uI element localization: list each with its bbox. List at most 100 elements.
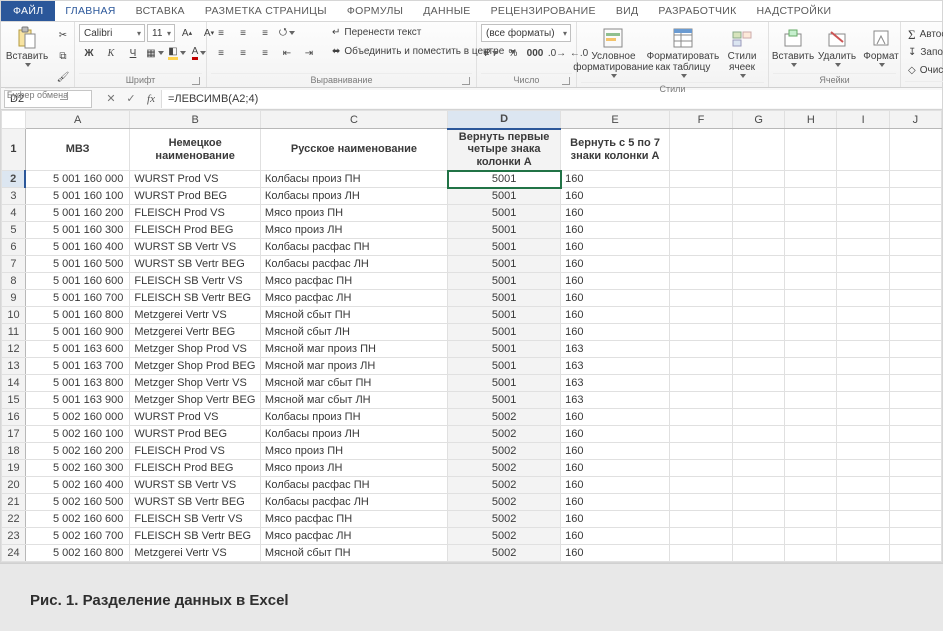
cell-J3[interactable] [889,188,941,205]
cell-F7[interactable] [669,256,732,273]
cell-F11[interactable] [669,324,732,341]
cell-J9[interactable] [889,290,941,307]
cell-A4[interactable]: 5 001 160 200 [25,205,129,222]
cell-B11[interactable]: Metzgerei Vertr BEG [130,324,261,341]
row-header-12[interactable]: 12 [2,341,26,358]
cell-F6[interactable] [669,239,732,256]
align-bottom-button[interactable]: ≡ [255,24,275,42]
cell-E14[interactable]: 163 [561,375,670,392]
cell-B6[interactable]: WURST SB Vertr VS [130,239,261,256]
cell-A16[interactable]: 5 002 160 000 [25,409,129,426]
cell-I20[interactable] [837,477,889,494]
cell-D17[interactable]: 5002 [448,426,561,443]
cell-F21[interactable] [669,494,732,511]
cell-B15[interactable]: Metzger Shop Vertr BEG [130,392,261,409]
cell-D24[interactable]: 5002 [448,545,561,562]
cell-I12[interactable] [837,341,889,358]
cell-B9[interactable]: FLEISCH SB Vertr BEG [130,290,261,307]
cell-I4[interactable] [837,205,889,222]
cell-J2[interactable] [889,171,941,188]
format-cells-button[interactable]: Формат [861,24,901,69]
row-header-19[interactable]: 19 [2,460,26,477]
row-header-16[interactable]: 16 [2,409,26,426]
cell-A22[interactable]: 5 002 160 600 [25,511,129,528]
cell-C2[interactable]: Колбасы произ ПН [260,171,447,188]
format-as-table-button[interactable]: Форматировать как таблицу [650,24,716,80]
cell-D19[interactable]: 5002 [448,460,561,477]
cell-J17[interactable] [889,426,941,443]
cell-C10[interactable]: Мясной сбыт ПН [260,307,447,324]
cell-I9[interactable] [837,290,889,307]
cell-G9[interactable] [733,290,785,307]
cell-F4[interactable] [669,205,732,222]
cell-F17[interactable] [669,426,732,443]
cell-B5[interactable]: FLEISCH Prod BEG [130,222,261,239]
cell-J5[interactable] [889,222,941,239]
cell-C23[interactable]: Мясо расфас ЛН [260,528,447,545]
cell-H19[interactable] [785,460,837,477]
row-header-2[interactable]: 2 [2,171,26,188]
cell-E16[interactable]: 160 [561,409,670,426]
cell-I6[interactable] [837,239,889,256]
cell-C20[interactable]: Колбасы расфас ПН [260,477,447,494]
cell-A15[interactable]: 5 001 163 900 [25,392,129,409]
cell-E22[interactable]: 160 [561,511,670,528]
cell-G13[interactable] [733,358,785,375]
enter-formula-button[interactable]: ✓ [121,89,141,109]
conditional-formatting-button[interactable]: Условное форматирование [581,24,646,80]
cell-A23[interactable]: 5 002 160 700 [25,528,129,545]
cell-G10[interactable] [733,307,785,324]
tab-file[interactable]: ФАЙЛ [1,1,55,21]
cell-H9[interactable] [785,290,837,307]
number-dialog-launcher[interactable] [562,77,570,85]
cell-E19[interactable]: 160 [561,460,670,477]
cell-F13[interactable] [669,358,732,375]
cell-A3[interactable]: 5 001 160 100 [25,188,129,205]
format-painter-button[interactable]: 🖌 [53,68,73,86]
cell-D10[interactable]: 5001 [448,307,561,324]
row-header-18[interactable]: 18 [2,443,26,460]
tab-page-layout[interactable]: РАЗМЕТКА СТРАНИЦЫ [195,1,337,21]
cell-A18[interactable]: 5 002 160 200 [25,443,129,460]
cell-A17[interactable]: 5 002 160 100 [25,426,129,443]
row-header-11[interactable]: 11 [2,324,26,341]
cell-D20[interactable]: 5002 [448,477,561,494]
cell-E17[interactable]: 160 [561,426,670,443]
cell-B2[interactable]: WURST Prod VS [130,171,261,188]
cell-C19[interactable]: Мясо произ ЛН [260,460,447,477]
cell-G23[interactable] [733,528,785,545]
cell-D14[interactable]: 5001 [448,375,561,392]
insert-function-button[interactable]: fx [141,89,161,109]
cell-D15[interactable]: 5001 [448,392,561,409]
cell-G5[interactable] [733,222,785,239]
cell-A8[interactable]: 5 001 160 600 [25,273,129,290]
number-format-select[interactable]: (все форматы) [481,24,571,42]
cell-H2[interactable] [785,171,837,188]
cell-E11[interactable]: 160 [561,324,670,341]
cell-G6[interactable] [733,239,785,256]
cell-E24[interactable]: 160 [561,545,670,562]
cell-G14[interactable] [733,375,785,392]
cell-I14[interactable] [837,375,889,392]
cell-A9[interactable]: 5 001 160 700 [25,290,129,307]
cell-H10[interactable] [785,307,837,324]
font-name-select[interactable]: Calibri [79,24,145,42]
col-header-B[interactable]: B [130,111,261,129]
cell-B24[interactable]: Metzgerei Vertr VS [130,545,261,562]
cell-D13[interactable]: 5001 [448,358,561,375]
cell-J6[interactable] [889,239,941,256]
cell-I3[interactable] [837,188,889,205]
header-cell-D[interactable]: Вернуть первые четыре знака колонки А [448,129,561,171]
cell-F8[interactable] [669,273,732,290]
cell-E8[interactable]: 160 [561,273,670,290]
cell-H21[interactable] [785,494,837,511]
cell-E12[interactable]: 163 [561,341,670,358]
cell-E23[interactable]: 160 [561,528,670,545]
insert-cells-button[interactable]: Вставить [773,24,813,69]
col-header-F[interactable]: F [669,111,732,129]
header-cell-A[interactable]: МВЗ [25,129,129,171]
cell-D5[interactable]: 5001 [448,222,561,239]
cell-A24[interactable]: 5 002 160 800 [25,545,129,562]
cell-H12[interactable] [785,341,837,358]
cell-G4[interactable] [733,205,785,222]
